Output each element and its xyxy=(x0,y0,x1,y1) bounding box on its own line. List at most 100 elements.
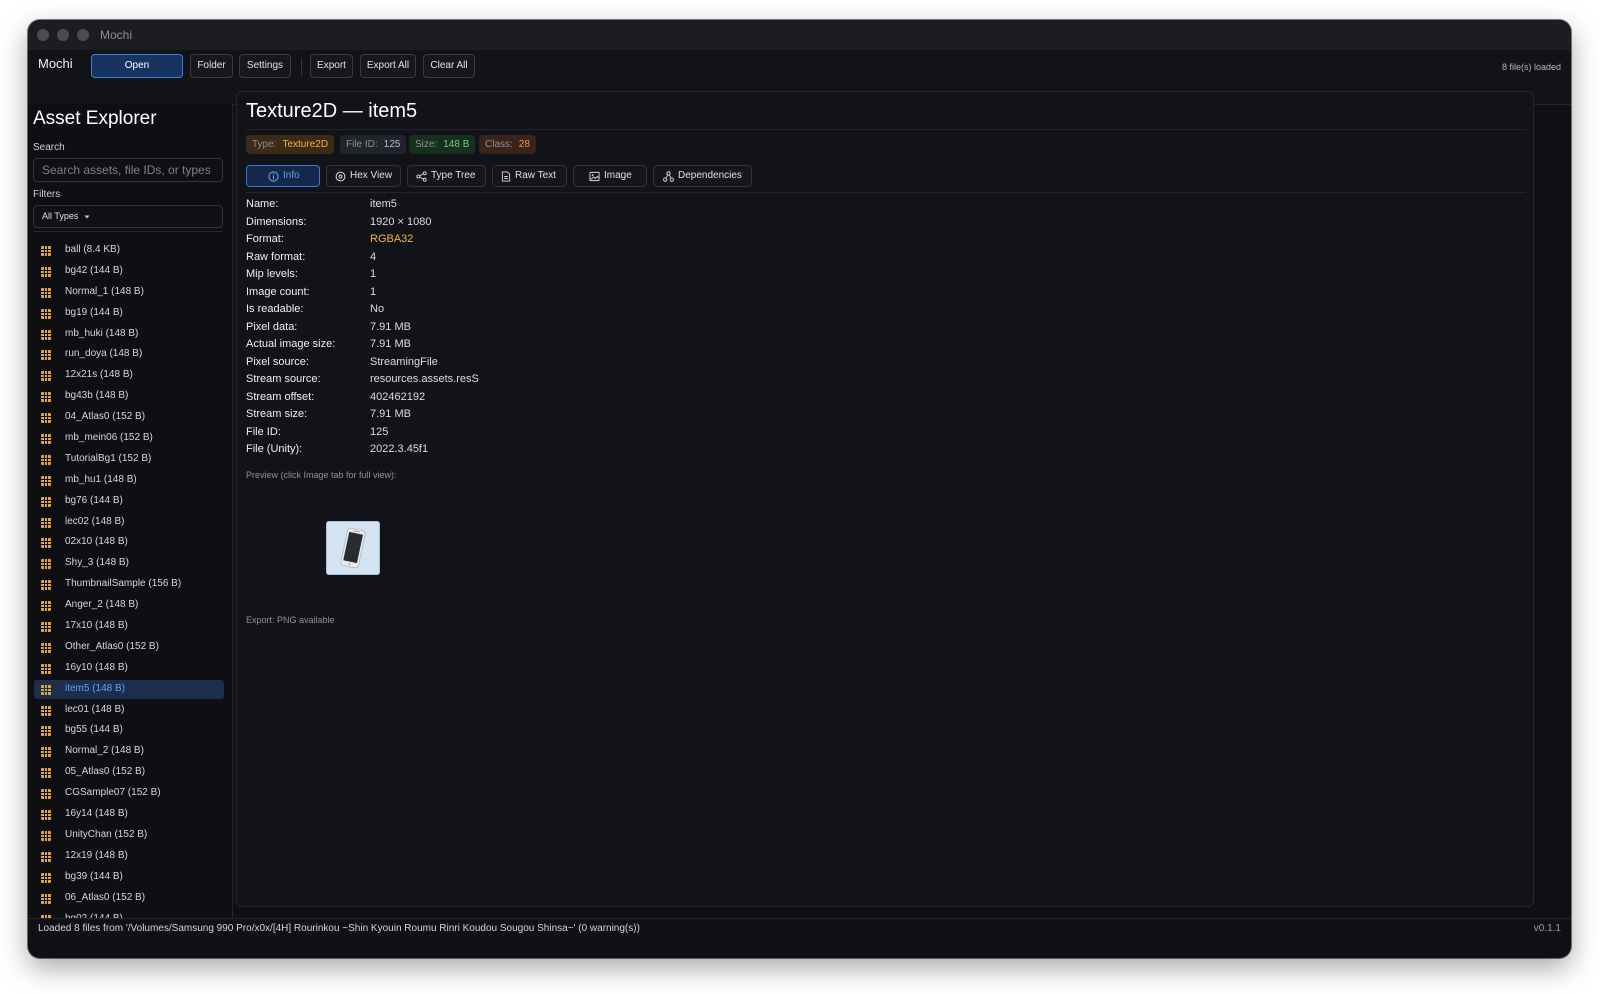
texture-preview-thumbnail[interactable] xyxy=(326,521,380,575)
minimize-window-button[interactable] xyxy=(57,29,69,41)
asset-list-item-label: Normal_2 (148 B) xyxy=(65,745,144,757)
info-value: 1 xyxy=(370,285,377,298)
asset-list-item-label: Other_Atlas0 (152 B) xyxy=(65,640,159,652)
tab-info[interactable]: Info xyxy=(246,165,320,187)
texture-grid-icon xyxy=(41,872,51,883)
asset-list-item-label: 05_Atlas0 (152 B) xyxy=(65,766,146,778)
asset-list-item[interactable]: mb_huki (148 B) xyxy=(34,325,224,344)
zoom-window-button[interactable] xyxy=(77,29,89,41)
asset-list-item-label: UnityChan (152 B) xyxy=(65,828,148,840)
asset-list-item-label: Normal_1 (148 B) xyxy=(65,285,144,297)
info-key: Format: xyxy=(246,233,284,245)
raw-text-icon xyxy=(501,171,511,182)
asset-list-item[interactable]: Anger_2 (148 B) xyxy=(34,596,224,615)
asset-list-item[interactable]: CGSample07 (152 B) xyxy=(34,784,224,803)
asset-list-item-label: bg76 (144 B) xyxy=(65,494,123,506)
search-input[interactable] xyxy=(33,158,223,182)
asset-list-item[interactable]: 02x10 (148 B) xyxy=(34,533,224,552)
export-button[interactable]: Export xyxy=(310,54,353,78)
asset-list[interactable]: ball (8.4 KB) bg42 (144 B) Normal_1 (148 B… xyxy=(28,241,232,934)
texture-grid-icon xyxy=(41,622,51,633)
asset-list-item-label: 16y10 (148 B) xyxy=(65,661,128,673)
settings-button[interactable]: Settings xyxy=(239,54,291,78)
type-badge: Type: Texture2D xyxy=(246,135,335,154)
dependencies-icon xyxy=(663,171,674,182)
info-key: File ID: xyxy=(246,425,281,438)
status-bar: Loaded 8 files from '/Volumes/Samsung 99… xyxy=(28,918,1571,939)
title-divider xyxy=(246,129,1526,130)
clear-all-button[interactable]: Clear All xyxy=(423,54,475,78)
asset-list-item[interactable]: 04_Atlas0 (152 B) xyxy=(34,408,224,427)
asset-list-item[interactable]: 17x10 (148 B) xyxy=(34,617,224,636)
tab-type-tree[interactable]: Type Tree xyxy=(407,165,486,187)
asset-list-item-label: bg55 (144 B) xyxy=(65,724,123,736)
asset-list-item[interactable]: mb_hu1 (148 B) xyxy=(34,471,224,490)
asset-list-item[interactable]: 12x19 (148 B) xyxy=(34,847,224,866)
asset-list-item[interactable]: Other_Atlas0 (152 B) xyxy=(34,638,224,657)
filters-label: Filters xyxy=(33,189,61,200)
texture-grid-icon xyxy=(41,810,51,821)
open-button[interactable]: Open xyxy=(91,54,183,78)
asset-list-item[interactable]: 16y14 (148 B) xyxy=(34,805,224,824)
info-value: 125 xyxy=(370,425,389,438)
sidebar-title: Asset Explorer xyxy=(33,108,157,129)
size-badge-value: 148 B xyxy=(443,139,470,150)
info-icon xyxy=(268,171,279,182)
asset-list-item[interactable]: ball (8.4 KB) xyxy=(34,241,224,260)
asset-list-item[interactable]: bg76 (144 B) xyxy=(34,492,224,511)
asset-list-item[interactable]: bg42 (144 B) xyxy=(34,262,224,281)
tab-raw-text[interactable]: Raw Text xyxy=(492,165,567,187)
texture-grid-icon xyxy=(41,830,51,841)
asset-list-item-label: 02x10 (148 B) xyxy=(65,536,128,548)
type-tree-icon xyxy=(416,171,427,182)
asset-list-item-label: bg43b (148 B) xyxy=(65,390,129,402)
close-window-button[interactable] xyxy=(37,29,49,41)
info-key: Stream source: xyxy=(246,373,321,385)
info-key: Stream offset: xyxy=(246,390,315,403)
asset-list-item-label: lec01 (148 B) xyxy=(65,703,125,715)
asset-list-item[interactable]: UnityChan (152 B) xyxy=(34,826,224,845)
texture-grid-icon xyxy=(41,517,51,528)
tab-hex-view[interactable]: Hex View xyxy=(326,165,401,187)
asset-list-item[interactable]: Shy_3 (148 B) xyxy=(34,554,224,573)
class-badge-value: 28 xyxy=(518,139,530,150)
texture-grid-icon xyxy=(41,434,51,445)
asset-list-item[interactable]: TutorialBg1 (152 B) xyxy=(34,450,224,469)
sidebar-divider xyxy=(33,231,223,232)
asset-list-item-label: TutorialBg1 (152 B) xyxy=(65,452,152,464)
texture-grid-icon xyxy=(41,266,51,277)
folder-button[interactable]: Folder xyxy=(190,54,233,78)
asset-list-item[interactable]: 12x21s (148 B) xyxy=(34,366,224,385)
asset-list-item[interactable]: ThumbnailSample (156 B) xyxy=(34,575,224,594)
tab-dependencies[interactable]: Dependencies xyxy=(653,165,752,187)
texture-grid-icon xyxy=(41,768,51,779)
texture-grid-icon xyxy=(41,246,51,256)
asset-list-item[interactable]: bg39 (144 B) xyxy=(34,868,224,887)
asset-list-item[interactable]: 05_Atlas0 (152 B) xyxy=(34,763,224,782)
asset-list-item[interactable]: bg55 (144 B) xyxy=(34,721,224,740)
preview-note: Preview (click Image tab for full view): xyxy=(246,470,397,480)
asset-list-item[interactable]: lec01 (148 B) xyxy=(34,701,224,720)
info-value: 1920 × 1080 xyxy=(370,215,432,228)
asset-list-item[interactable]: lec02 (148 B) xyxy=(34,513,224,532)
info-value: 2022.3.45f1 xyxy=(370,443,429,455)
asset-list-item[interactable]: bg19 (144 B) xyxy=(34,304,224,323)
asset-list-item[interactable]: run_doya (148 B) xyxy=(34,345,224,364)
tab-image[interactable]: Image xyxy=(573,165,647,187)
export-all-button[interactable]: Export All xyxy=(360,54,416,78)
asset-list-item[interactable]: bg43b (148 B) xyxy=(34,387,224,406)
asset-list-item[interactable]: 06_Atlas0 (152 B) xyxy=(34,889,224,908)
texture-grid-icon xyxy=(41,893,51,904)
asset-list-item-label: bg39 (144 B) xyxy=(65,870,123,882)
asset-list-item[interactable]: mb_mein06 (152 B) xyxy=(34,429,224,448)
asset-list-item[interactable]: Normal_1 (148 B) xyxy=(34,283,224,302)
texture-grid-icon xyxy=(41,705,51,716)
texture-grid-icon xyxy=(41,475,51,486)
type-filter-select[interactable]: All Types xyxy=(33,205,223,228)
asset-list-item[interactable]: item5 (148 B) xyxy=(34,679,224,699)
asset-list-item[interactable]: 16y10 (148 B) xyxy=(34,659,224,678)
asset-list-item-label: 06_Atlas0 (152 B) xyxy=(65,891,146,903)
asset-list-item[interactable]: Normal_2 (148 B) xyxy=(34,742,224,761)
files-loaded-count: 8 file(s) loaded xyxy=(1501,62,1561,72)
type-badge-value: Texture2D xyxy=(282,139,329,150)
